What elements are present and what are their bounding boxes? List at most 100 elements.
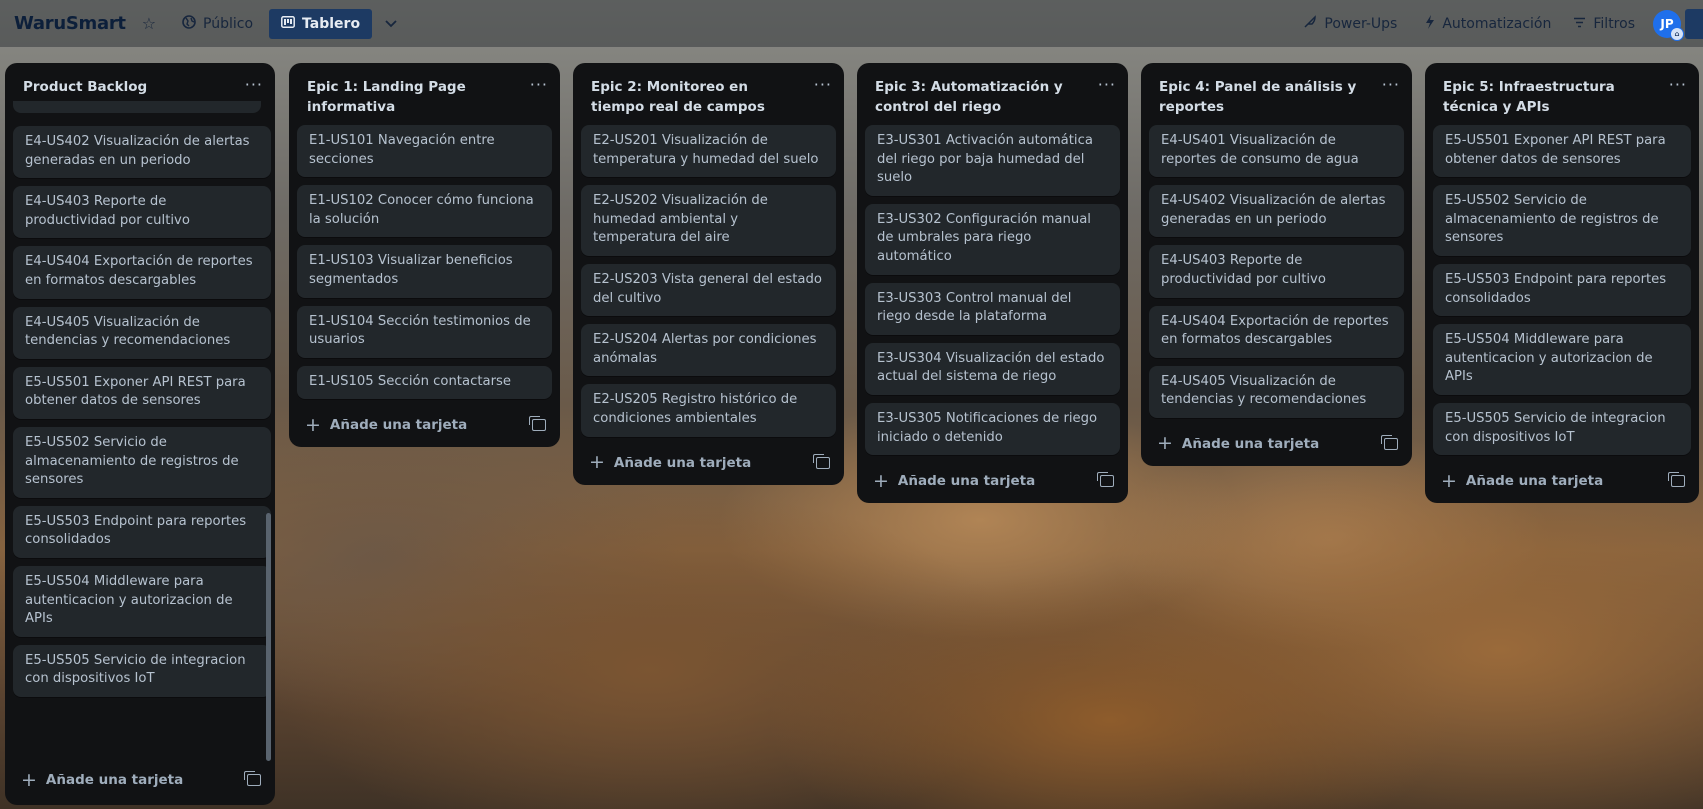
admin-badge-icon: ⌂ — [1670, 26, 1684, 41]
lightning-icon — [1425, 14, 1435, 33]
plus-icon: + — [1157, 432, 1173, 455]
add-card-button[interactable]: + Añade una tarjeta — [21, 770, 183, 790]
card[interactable]: E4-US403 Reporte de productividad por cu… — [1149, 245, 1404, 298]
add-card-button[interactable]: + Añade una tarjeta — [589, 453, 751, 472]
globe-icon — [182, 14, 196, 33]
card[interactable]: E4-US404 Exportación de reportes en form… — [1149, 305, 1404, 358]
card[interactable]: E4-US405 Visualización de tendencias y r… — [1149, 365, 1404, 418]
card[interactable]: E4-US403 Reporte de productividad por cu… — [13, 186, 271, 239]
more-icon[interactable]: ··· — [1669, 77, 1687, 93]
list-title[interactable]: Epic 1: Landing Page informativa — [307, 77, 517, 117]
list-epic-2: Epic 2: Monitoreo en tiempo real de camp… — [573, 63, 844, 485]
more-icon[interactable]: ··· — [814, 77, 832, 93]
power-ups-button[interactable]: Power-Ups — [1295, 8, 1405, 40]
more-icon[interactable]: ··· — [1098, 77, 1116, 93]
card[interactable]: E5-US501 Exponer API REST para obtener d… — [1433, 125, 1691, 178]
filter-icon — [1573, 16, 1586, 32]
chevron-down-icon[interactable] — [384, 19, 398, 29]
card[interactable]: E1-US101 Navegación entre secciones — [297, 125, 552, 178]
list-title[interactable]: Product Backlog — [23, 77, 147, 97]
card[interactable]: E5-US504 Middleware para autenticacion y… — [13, 565, 271, 637]
list-epic-1: Epic 1: Landing Page informativa ··· E1-… — [289, 63, 560, 448]
view-switcher-button[interactable]: Tablero — [269, 8, 373, 39]
card[interactable]: E3-US303 Control manual del riego desde … — [865, 282, 1120, 335]
template-icon[interactable] — [1668, 472, 1685, 488]
list-header: Epic 1: Landing Page informativa ··· — [289, 63, 560, 117]
add-card-row: + Añade una tarjeta — [1141, 426, 1412, 462]
add-card-label: Añade una tarjeta — [613, 454, 752, 471]
card[interactable]: E2-US205 Registro histórico de condicion… — [581, 384, 836, 437]
board-title[interactable]: WaruSmart — [14, 13, 126, 34]
card[interactable]: E5-US504 Middleware para autenticacion y… — [1433, 324, 1691, 395]
card[interactable]: E4-US402 Visualización de alertas genera… — [1149, 185, 1404, 238]
card[interactable]: E3-US301 Activación automática del riego… — [865, 125, 1120, 196]
list-epic-4: Epic 4: Panel de análisis y reportes ···… — [1141, 63, 1412, 466]
card[interactable]: E4-US402 Visualización de alertas genera… — [13, 126, 271, 179]
more-icon[interactable]: ··· — [245, 77, 263, 93]
list-product-backlog: Product Backlog ··· E4-US402 Visualizaci… — [5, 63, 275, 805]
card[interactable]: E5-US505 Servicio de integracion con dis… — [13, 644, 271, 697]
card-partial[interactable] — [13, 101, 261, 113]
filters-button[interactable]: Filtros — [1565, 8, 1643, 40]
card[interactable]: E5-US503 Endpoint para reportes consolid… — [1433, 263, 1691, 317]
plus-icon: + — [1441, 469, 1457, 492]
rocket-icon — [1303, 14, 1317, 33]
template-icon[interactable] — [1097, 472, 1114, 488]
card-list: E1-US101 Navegación entre secciones E1-U… — [289, 125, 560, 400]
card[interactable]: E1-US104 Sección testimonios de usuarios — [297, 305, 552, 358]
list-header: Epic 5: Infraestructura técnica y APIs ·… — [1425, 63, 1699, 117]
list-header: Product Backlog ··· — [5, 63, 275, 97]
card[interactable]: E4-US404 Exportación de reportes en form… — [13, 246, 271, 299]
card[interactable]: E1-US103 Visualizar beneficios segmentad… — [297, 245, 552, 298]
add-card-label: Añade una tarjeta — [897, 473, 1036, 490]
card[interactable]: E5-US501 Exponer API REST para obtener d… — [13, 366, 271, 419]
card[interactable]: E2-US204 Alertas por condiciones anómala… — [581, 324, 836, 377]
add-card-row: + Añade una tarjeta — [1425, 463, 1699, 499]
add-card-row: + Añade una tarjeta — [289, 407, 560, 443]
add-card-button[interactable]: + Añade una tarjeta — [1441, 469, 1604, 492]
visibility-label: Público — [203, 15, 254, 32]
add-card-button[interactable]: + Añade una tarjeta — [1157, 434, 1319, 453]
card[interactable]: E1-US105 Sección contactarse — [297, 365, 552, 400]
share-button[interactable] — [1685, 8, 1703, 39]
template-icon[interactable] — [244, 771, 261, 786]
card[interactable]: E3-US304 Visualización del estado actual… — [865, 342, 1120, 395]
template-icon[interactable] — [1381, 434, 1398, 450]
more-icon[interactable]: ··· — [530, 77, 548, 93]
add-card-button[interactable]: + Añade una tarjeta — [305, 415, 467, 435]
template-icon[interactable] — [529, 416, 546, 432]
card[interactable]: E1-US102 Conocer cómo funciona la soluci… — [297, 185, 552, 238]
list-title[interactable]: Epic 3: Automatización y control del rie… — [875, 77, 1085, 117]
automation-button[interactable]: Automatización — [1417, 8, 1559, 40]
scrollbar-thumb[interactable] — [266, 513, 271, 761]
star-icon[interactable]: ☆ — [142, 14, 156, 33]
avatar[interactable]: JP ⌂ — [1653, 9, 1684, 41]
card[interactable]: E5-US505 Servicio de integracion con dis… — [1433, 402, 1691, 456]
card[interactable]: E2-US201 Visualización de temperatura y … — [581, 125, 836, 178]
card[interactable]: E4-US405 Visualización de tendencias y r… — [13, 306, 271, 359]
card[interactable]: E2-US203 Vista general del estado del cu… — [581, 263, 836, 317]
card[interactable]: E5-US503 Endpoint para reportes consolid… — [13, 505, 271, 558]
power-ups-label: Power-Ups — [1324, 15, 1398, 32]
add-card-button[interactable]: + Añade una tarjeta — [873, 469, 1036, 492]
list-title[interactable]: Epic 2: Monitoreo en tiempo real de camp… — [591, 77, 801, 117]
list-title[interactable]: Epic 5: Infraestructura técnica y APIs — [1443, 77, 1653, 117]
board-header: WaruSmart ☆ Público Tablero Power-Ups Au… — [0, 0, 1703, 47]
plus-icon: + — [589, 451, 605, 474]
card[interactable]: E5-US502 Servicio de almacenamiento de r… — [13, 426, 271, 498]
card[interactable]: E3-US302 Configuración manual de umbrale… — [865, 203, 1120, 275]
add-card-label: Añade una tarjeta — [1465, 473, 1604, 490]
card[interactable]: E2-US202 Visualización de humedad ambien… — [581, 185, 836, 256]
card[interactable]: E4-US401 Visualización de reportes de co… — [1149, 125, 1404, 178]
template-icon[interactable] — [813, 453, 830, 469]
card[interactable]: E3-US305 Notificaciones de riego iniciad… — [865, 402, 1120, 456]
more-icon[interactable]: ··· — [1382, 77, 1400, 93]
list-header: Epic 3: Automatización y control del rie… — [857, 63, 1128, 117]
card[interactable]: E5-US502 Servicio de almacenamiento de r… — [1433, 185, 1691, 256]
visibility-button[interactable]: Público — [174, 8, 261, 40]
list-epic-5: Epic 5: Infraestructura técnica y APIs ·… — [1425, 63, 1699, 504]
add-card-label: Añade una tarjeta — [1181, 435, 1320, 452]
board-icon — [281, 15, 295, 32]
list-title[interactable]: Epic 4: Panel de análisis y reportes — [1159, 77, 1369, 117]
plus-icon: + — [873, 469, 889, 492]
